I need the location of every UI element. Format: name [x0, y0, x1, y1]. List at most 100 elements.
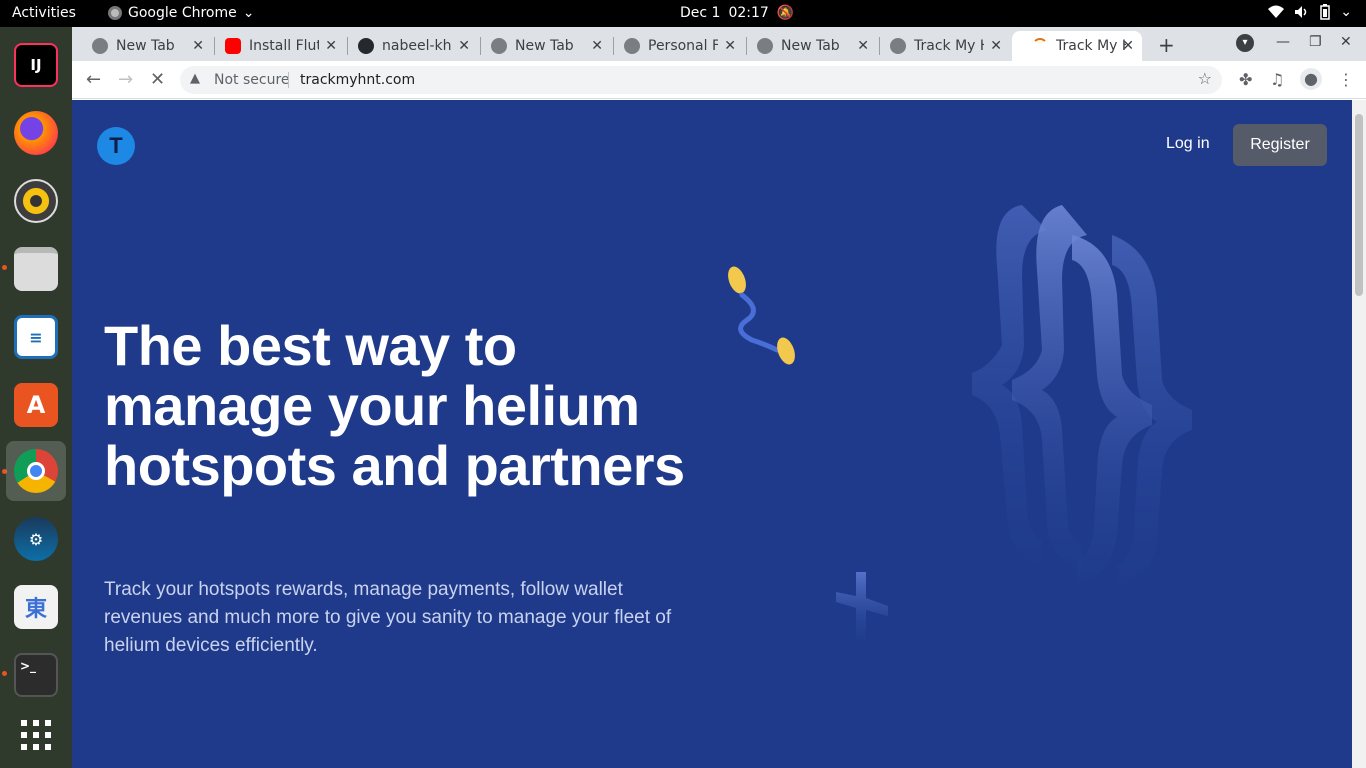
- scrollbar-thumb[interactable]: [1355, 114, 1363, 296]
- writer-icon: ≡: [14, 315, 58, 359]
- app-menu-label: Google Chrome: [128, 5, 237, 21]
- clock[interactable]: Dec 1 02:17 🔕: [680, 5, 794, 21]
- dock-intellij[interactable]: IJ: [6, 35, 66, 95]
- tab[interactable]: Track My H ✕: [870, 31, 1010, 61]
- volume-icon: [1295, 6, 1307, 18]
- browser-window: New Tab ✕ Install Flutter ✕ nabeel-kh ✕ …: [72, 27, 1366, 768]
- tab-active[interactable]: Track My H ✕: [1012, 31, 1142, 61]
- wifi-icon: [1268, 5, 1285, 18]
- intellij-icon: IJ: [14, 43, 58, 87]
- steam-icon: ⚙: [14, 517, 58, 561]
- tab-title: Track My H: [914, 38, 984, 54]
- close-icon[interactable]: ✕: [591, 38, 603, 54]
- dock-chrome[interactable]: [6, 441, 66, 501]
- dock-steam[interactable]: ⚙: [6, 509, 66, 569]
- security-label[interactable]: Not secure: [214, 72, 290, 88]
- chrome-icon: [108, 6, 122, 20]
- register-button[interactable]: Register: [1233, 124, 1327, 166]
- headline-line: hotspots and partners: [104, 434, 685, 497]
- headline-line: The best way to: [104, 314, 517, 377]
- tab[interactable]: Personal F ✕: [604, 31, 744, 61]
- close-window-icon[interactable]: ✕: [1340, 34, 1352, 50]
- tab-title: New Tab: [515, 38, 574, 54]
- plus-illustration: [836, 572, 888, 640]
- tab-strip: New Tab ✕ Install Flutter ✕ nabeel-kh ✕ …: [72, 27, 1366, 61]
- tab[interactable]: Install Flutter ✕: [205, 31, 345, 61]
- system-tray[interactable]: ⌄: [1268, 4, 1352, 20]
- tab[interactable]: New Tab ✕: [72, 31, 212, 61]
- tab-title: New Tab: [116, 38, 175, 54]
- dock-firefox[interactable]: [6, 103, 66, 163]
- firefox-icon: [14, 111, 58, 155]
- grid-icon: [21, 720, 51, 750]
- dock-software[interactable]: A: [6, 375, 66, 435]
- headline-line: manage your helium: [104, 374, 640, 437]
- rhythmbox-icon: [14, 179, 58, 223]
- close-icon[interactable]: ✕: [325, 38, 337, 54]
- clock-time: 02:17: [728, 5, 769, 21]
- app-menu[interactable]: Google Chrome ⌄: [108, 5, 254, 21]
- tab-title: nabeel-kh: [382, 38, 452, 54]
- new-tab-button[interactable]: +: [1158, 33, 1175, 57]
- tab-title: Personal F: [648, 38, 718, 54]
- hero-headline: The best way to manage your helium hotsp…: [104, 316, 744, 496]
- close-icon[interactable]: ✕: [192, 38, 204, 54]
- minimize-icon[interactable]: —: [1276, 34, 1290, 50]
- warning-icon[interactable]: ▲: [190, 71, 200, 86]
- close-icon[interactable]: ✕: [857, 38, 869, 54]
- maximize-icon[interactable]: ❐: [1309, 34, 1322, 50]
- dock-files[interactable]: [6, 239, 66, 299]
- chrome-icon: [92, 38, 108, 54]
- dock: IJ ≡ A ⚙ 東 >_: [0, 27, 72, 768]
- profile-avatar-icon[interactable]: ●: [1300, 68, 1322, 90]
- tab-title: Track My H: [1056, 38, 1126, 54]
- dock-rhythmbox[interactable]: [6, 171, 66, 231]
- close-icon[interactable]: ✕: [990, 38, 1002, 54]
- hero-description: Track your hotspots rewards, manage paym…: [104, 579, 672, 656]
- back-arrow-icon[interactable]: ←: [86, 69, 101, 90]
- stop-loading-icon[interactable]: ✕: [150, 69, 165, 90]
- address-bar[interactable]: ▲ Not secure trackmyhnt.com ☆: [180, 66, 1222, 94]
- chevron-down-icon: ⌄: [1340, 4, 1352, 20]
- dock-writer[interactable]: ≡: [6, 307, 66, 367]
- system-top-bar: Activities Google Chrome ⌄ Dec 1 02:17 🔕…: [0, 0, 1366, 27]
- dictionary-icon: 東: [14, 585, 58, 629]
- tab-search-icon[interactable]: ▾: [1236, 34, 1254, 52]
- dock-terminal[interactable]: >_: [6, 645, 66, 705]
- close-icon[interactable]: ✕: [1122, 38, 1134, 54]
- login-link[interactable]: Log in: [1166, 135, 1210, 153]
- menu-kebab-icon[interactable]: ⋮: [1338, 70, 1354, 89]
- globe-icon: [624, 38, 640, 54]
- tab[interactable]: nabeel-kh ✕: [338, 31, 478, 61]
- show-apps-button[interactable]: [6, 705, 66, 765]
- dock-dictionary[interactable]: 東: [6, 577, 66, 637]
- tab[interactable]: New Tab ✕: [471, 31, 611, 61]
- close-icon[interactable]: ✕: [458, 38, 470, 54]
- chevron-down-icon: ⌄: [242, 5, 255, 21]
- notification-bell-icon: 🔕: [776, 5, 795, 21]
- brackets-illustration: [972, 205, 1192, 585]
- page-content: T Log in Register The best way to manage…: [72, 100, 1352, 768]
- page-scrollbar[interactable]: [1352, 100, 1366, 768]
- chrome-icon: [757, 38, 773, 54]
- activities-button[interactable]: Activities: [12, 5, 76, 21]
- clock-date: Dec 1: [680, 5, 721, 21]
- files-icon: [14, 247, 58, 291]
- extensions-icon[interactable]: ✤: [1239, 70, 1252, 89]
- loading-icon: [1032, 38, 1048, 54]
- tab-title: New Tab: [781, 38, 840, 54]
- browser-toolbar: ← → ✕ ▲ Not secure trackmyhnt.com ☆ ✤ ♫ …: [72, 61, 1366, 99]
- terminal-icon: >_: [14, 653, 58, 697]
- battery-icon: [1320, 4, 1331, 20]
- url-text[interactable]: trackmyhnt.com: [300, 72, 415, 88]
- forward-arrow-icon[interactable]: →: [118, 69, 133, 90]
- bookmark-star-icon[interactable]: ☆: [1198, 69, 1212, 88]
- divider: [288, 72, 289, 88]
- tab[interactable]: New Tab ✕: [737, 31, 877, 61]
- site-logo[interactable]: T: [97, 127, 135, 165]
- close-icon[interactable]: ✕: [724, 38, 736, 54]
- media-control-icon[interactable]: ♫: [1270, 70, 1284, 89]
- youtube-icon: [225, 38, 241, 54]
- software-center-icon: A: [14, 383, 58, 427]
- chrome-icon: [491, 38, 507, 54]
